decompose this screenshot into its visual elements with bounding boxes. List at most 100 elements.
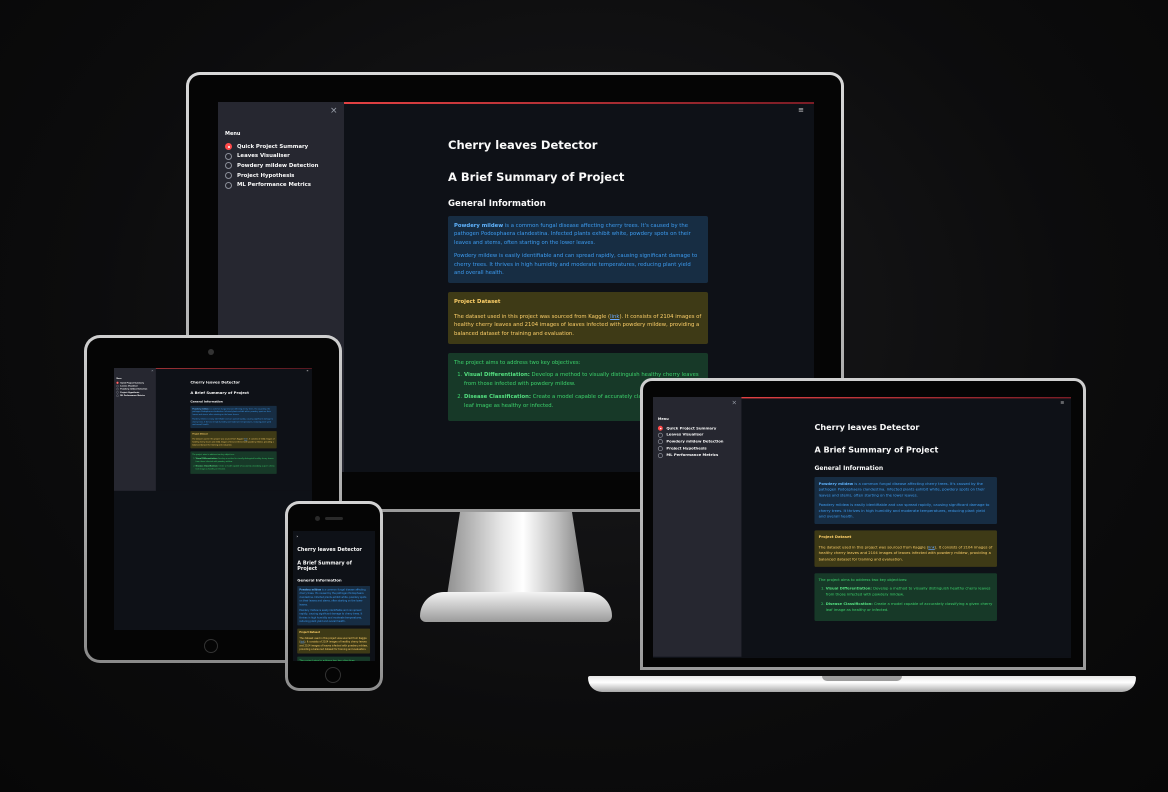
menu-radio-group: Quick Project Summary Leaves Visualiser … (657, 425, 724, 459)
monitor-stand-base (420, 592, 612, 622)
page-title: Cherry leaves Detector (190, 379, 240, 385)
hamburger-menu-icon[interactable]: ≡ (1060, 400, 1064, 406)
info-paragraph: Powdery mildew is a common fungal diseas… (819, 481, 993, 499)
streamlit-app: × Menu Quick Project Summary Leaves Visu… (114, 368, 312, 491)
menu-item-label: Project Hypothesis (120, 391, 140, 394)
menu-item-label: ML Performance Metrics (237, 182, 311, 189)
section-heading: General Information (448, 199, 546, 209)
radio-icon[interactable] (657, 452, 663, 458)
objective-label: Visual Differentiation: (825, 586, 872, 592)
section-heading: General Information (190, 400, 223, 404)
sidebar: × Menu Quick Project Summary Leaves Visu… (114, 368, 156, 491)
objective-item: Visual Differentiation: Develop a method… (196, 457, 275, 463)
radio-icon[interactable] (657, 446, 663, 452)
info-term: Powdery mildew (454, 223, 504, 229)
radio-icon[interactable] (657, 425, 663, 431)
menu-item-powdery-mildew-detection[interactable]: Powdery mildew Detection (657, 439, 724, 446)
radio-icon[interactable] (225, 172, 232, 180)
menu-item-label: Project Hypothesis (666, 446, 707, 451)
streamlit-app: × Menu Quick Project Summary Leaves Visu… (293, 531, 375, 661)
monitor-stand (446, 512, 586, 602)
menu-item-label: Quick Project Summary (120, 381, 144, 384)
objectives-list: Visual Differentiation: Develop a method… (192, 457, 275, 470)
dataset-paragraph: The dataset used in this project was sou… (192, 438, 274, 446)
radio-icon[interactable] (116, 394, 119, 397)
objectives-success-box: The project aims to address two key obje… (190, 451, 277, 474)
menu-title: Menu (225, 131, 241, 137)
menu-item-leaves-visualiser[interactable]: Leaves Visualiser (225, 152, 318, 162)
objective-label: Visual Differentiation: (464, 372, 530, 379)
info-paragraph: Powdery mildew is easily identifiable an… (818, 503, 990, 520)
menu-radio-group: Quick Project Summary Leaves Visualiser … (116, 381, 147, 397)
hamburger-menu-icon[interactable]: ≡ (307, 369, 309, 372)
menu-item-label: ML Performance Metrics (120, 394, 145, 397)
main-content: Cherry leaves Detector A Brief Summary o… (814, 422, 997, 627)
dataset-text: The dataset used in this project was sou… (454, 313, 611, 320)
phone-mockup: × Menu Quick Project Summary Leaves Visu… (285, 501, 383, 691)
menu-radio-group: Quick Project Summary Leaves Visualiser … (225, 142, 318, 190)
menu-item-label: Powdery mildew Detection (120, 388, 148, 391)
objectives-intro: The project aims to address two key obje… (192, 453, 235, 456)
objectives-intro: The project aims to address two key obje… (454, 360, 581, 367)
radio-icon[interactable] (225, 181, 232, 189)
dataset-title: Project Dataset (454, 299, 501, 306)
objective-label: Disease Classification: (195, 465, 218, 468)
dataset-text: ). It consists of 2104 images of healthy… (299, 640, 368, 651)
info-box: Powdery mildew is a common fungal diseas… (190, 405, 277, 429)
main-content: Cherry leaves Detector A Brief Summary o… (297, 546, 371, 661)
info-paragraph: Powdery mildew is a common fungal diseas… (454, 222, 702, 247)
expand-sidebar-icon[interactable]: › (297, 535, 298, 539)
menu-item-label: Leaves Visualiser (120, 385, 138, 388)
info-paragraph: Powdery mildew is a common fungal diseas… (192, 408, 274, 416)
hamburger-menu-icon[interactable]: ≡ (798, 106, 804, 114)
radio-icon[interactable] (225, 162, 232, 170)
menu-item-powdery-mildew-detection[interactable]: Powdery mildew Detection (225, 161, 318, 171)
menu-item-leaves-visualiser[interactable]: Leaves Visualiser (657, 432, 724, 439)
tablet-screen: × Menu Quick Project Summary Leaves Visu… (114, 368, 312, 630)
radio-icon[interactable] (116, 384, 119, 388)
info-paragraph: Powdery mildew is a common fungal diseas… (299, 588, 368, 607)
page-subtitle: A Brief Summary of Project (190, 390, 249, 396)
menu-item-label: Powdery mildew Detection (666, 439, 724, 445)
menu-item-label: ML Performance Metrics (666, 453, 719, 458)
phone-speaker (325, 517, 343, 520)
info-box: Powdery mildew is a common fungal diseas… (448, 216, 708, 284)
info-paragraph: Powdery mildew is easily identifiable an… (454, 253, 698, 277)
info-box: Powdery mildew is a common fungal diseas… (814, 477, 997, 525)
menu-item-label: Project Hypothesis (237, 172, 295, 179)
dataset-warning-box: Project Dataset The dataset used in this… (190, 431, 277, 449)
radio-icon[interactable] (657, 432, 663, 438)
objective-item: Visual Differentiation: Develop a method… (826, 586, 993, 598)
close-sidebar-icon[interactable]: × (732, 400, 737, 407)
objectives-success-box: The project aims to address two key obje… (297, 656, 371, 661)
objectives-list: Visual Differentiation: Develop a method… (819, 586, 993, 613)
info-term: Powdery mildew (818, 481, 854, 487)
dataset-warning-box: Project Dataset The dataset used in this… (297, 628, 371, 654)
sidebar: × Menu Quick Project Summary Leaves Visu… (653, 397, 742, 657)
menu-item-ml-performance-metrics[interactable]: ML Performance Metrics (225, 180, 318, 190)
page-title: Cherry leaves Detector (297, 546, 362, 553)
menu-item-project-hypothesis[interactable]: Project Hypothesis (657, 445, 724, 452)
menu-item-ml-performance-metrics[interactable]: ML Performance Metrics (657, 452, 724, 459)
menu-title: Menu (657, 417, 669, 422)
menu-item-ml-performance-metrics[interactable]: ML Performance Metrics (116, 394, 147, 397)
objectives-intro: The project aims to address two key obje… (299, 659, 356, 661)
tablet-camera (208, 349, 214, 355)
laptop-notch (822, 676, 902, 681)
laptop-screen: × Menu Quick Project Summary Leaves Visu… (653, 397, 1071, 658)
radio-icon[interactable] (225, 152, 232, 160)
menu-item-quick-project-summary[interactable]: Quick Project Summary (657, 425, 724, 432)
menu-item-quick-project-summary[interactable]: Quick Project Summary (225, 142, 318, 152)
objective-label: Visual Differentiation: (195, 457, 218, 460)
objective-item: Disease Classification: Create a model c… (826, 601, 993, 613)
dataset-title: Project Dataset (818, 535, 852, 540)
menu-item-project-hypothesis[interactable]: Project Hypothesis (225, 171, 318, 181)
info-box: Powdery mildew is a common fungal diseas… (297, 586, 371, 626)
radio-icon[interactable] (116, 391, 119, 394)
radio-icon[interactable] (657, 439, 663, 445)
close-sidebar-icon[interactable]: × (151, 369, 154, 372)
laptop-mockup: × Menu Quick Project Summary Leaves Visu… (640, 378, 1086, 670)
objectives-intro: The project aims to address two key obje… (818, 578, 908, 583)
radio-icon[interactable] (225, 143, 232, 151)
close-sidebar-icon[interactable]: × (330, 106, 338, 116)
